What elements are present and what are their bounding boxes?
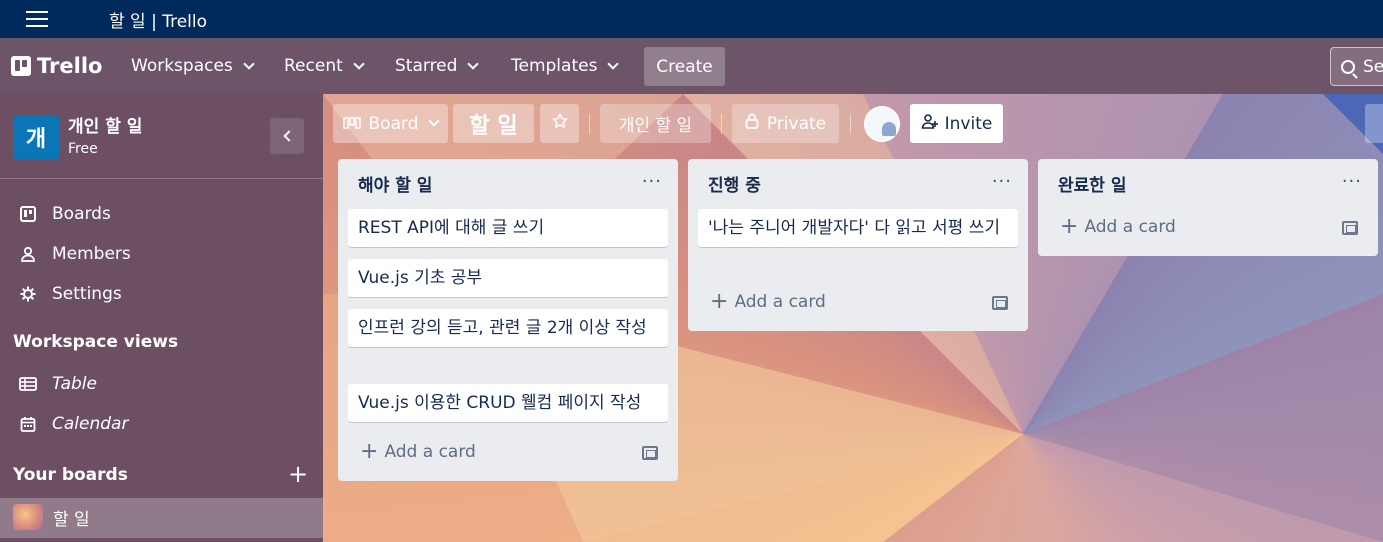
card-template-icon[interactable] xyxy=(1342,221,1358,235)
chevron-down-icon xyxy=(607,57,620,70)
header-separator xyxy=(589,114,590,134)
invite-button[interactable]: Invite xyxy=(910,104,1003,143)
card-template-icon[interactable] xyxy=(992,296,1008,310)
list-menu-icon[interactable]: ··· xyxy=(992,171,1012,192)
chevron-down-icon xyxy=(467,57,480,70)
board-menu-button[interactable] xyxy=(1365,104,1383,143)
add-card-label: Add a card xyxy=(734,292,826,312)
list-in-progress: 진행 중 ··· '나는 주니어 개발자다' 다 읽고 서평 쓰기 + Add … xyxy=(688,159,1028,331)
your-boards-heading: Your boards xyxy=(13,465,128,485)
table-icon xyxy=(18,374,38,394)
star-board-button[interactable] xyxy=(540,104,579,143)
card-template-icon[interactable] xyxy=(642,446,658,460)
sidebar-item-label: Boards xyxy=(52,204,111,224)
star-icon xyxy=(551,112,569,135)
add-card-button[interactable]: + Add a card xyxy=(360,439,476,464)
add-person-icon xyxy=(921,113,939,134)
chevron-down-icon xyxy=(428,115,441,127)
create-button[interactable]: Create xyxy=(644,47,725,86)
card[interactable]: 인프런 강의 듣고, 관련 글 2개 이상 작성 xyxy=(348,309,668,347)
person-icon xyxy=(18,244,38,264)
workspace-avatar: 개 xyxy=(13,115,59,159)
trello-logo-text: Trello xyxy=(37,54,103,78)
gear-icon xyxy=(18,284,38,304)
sidebar-board-name[interactable]: 할 일 xyxy=(53,505,90,530)
sidebar-item-boards[interactable]: Boards xyxy=(18,204,111,224)
list-todo: 해야 할 일 ··· REST API에 대해 글 쓰기 Vue.js 기초 공… xyxy=(338,159,678,481)
chevron-down-icon xyxy=(243,57,255,70)
add-card-button[interactable]: + Add a card xyxy=(1060,214,1176,239)
list-menu-icon[interactable]: ··· xyxy=(1342,171,1362,192)
add-card-button[interactable]: + Add a card xyxy=(710,289,826,314)
nav-workspaces-label: Workspaces xyxy=(131,56,233,76)
plus-icon: + xyxy=(710,289,729,314)
nav-recent-label: Recent xyxy=(284,56,343,76)
sidebar-item-table[interactable]: Table xyxy=(18,374,97,394)
card[interactable]: REST API에 대해 글 쓰기 xyxy=(348,209,668,247)
nav-templates[interactable]: Templates xyxy=(511,56,620,76)
window-titlebar: 할 일 | Trello xyxy=(0,0,1383,38)
plus-icon: + xyxy=(1060,214,1079,239)
window-title: 할 일 | Trello xyxy=(109,12,208,32)
member-avatar[interactable] xyxy=(864,106,900,142)
invite-label: Invite xyxy=(944,113,993,134)
search-placeholder: Se xyxy=(1363,56,1383,77)
add-board-plus-icon[interactable]: + xyxy=(288,462,308,486)
board-icon xyxy=(18,204,38,224)
list-title[interactable]: 완료한 일 xyxy=(1058,171,1126,196)
sidebar-item-label: Calendar xyxy=(52,414,129,434)
search-input[interactable]: Se xyxy=(1330,47,1383,86)
sidebar: 개 개인 할 일 Free Boards Members Settings Wo… xyxy=(0,94,323,542)
workspace-button[interactable]: 개인 할 일 xyxy=(600,104,711,143)
sidebar-item-settings[interactable]: Settings xyxy=(18,284,122,304)
nav-workspaces[interactable]: Workspaces xyxy=(131,56,255,76)
sidebar-item-label: Members xyxy=(52,244,131,264)
card[interactable]: Vue.js 기초 공부 xyxy=(348,259,668,297)
list-done: 완료한 일 ··· + Add a card xyxy=(1038,159,1378,256)
sidebar-board-active[interactable] xyxy=(0,498,323,538)
board-view-icon xyxy=(342,114,361,134)
nav-starred-label: Starred xyxy=(395,56,458,76)
chevron-left-icon xyxy=(283,130,295,142)
sidebar-divider xyxy=(0,178,323,179)
add-card-label: Add a card xyxy=(1084,217,1176,237)
card[interactable]: '나는 주니어 개발자다' 다 읽고 서평 쓰기 xyxy=(698,209,1018,247)
sidebar-item-members[interactable]: Members xyxy=(18,244,131,264)
header-separator xyxy=(721,114,722,134)
sidebar-item-calendar[interactable]: Calendar xyxy=(18,414,128,434)
lock-icon xyxy=(745,113,759,134)
board-view-label: Board xyxy=(368,113,419,134)
trello-logo[interactable]: Trello xyxy=(11,54,102,78)
nav-recent[interactable]: Recent xyxy=(284,56,365,76)
trello-logo-icon xyxy=(11,56,31,76)
collapse-sidebar-button[interactable] xyxy=(270,118,304,154)
visibility-label: Private xyxy=(766,113,827,134)
workspace-name[interactable]: 개인 할 일 xyxy=(68,112,142,137)
list-menu-icon[interactable]: ··· xyxy=(642,171,662,192)
workspace-views-heading: Workspace views xyxy=(13,332,179,352)
board-name-button[interactable]: 할 일 xyxy=(453,104,534,143)
nav-starred[interactable]: Starred xyxy=(395,56,480,76)
list-title[interactable]: 해야 할 일 xyxy=(358,171,432,196)
board-view-switcher[interactable]: Board xyxy=(333,104,448,143)
calendar-icon xyxy=(18,414,38,434)
sidebar-item-label: Settings xyxy=(52,284,122,304)
top-navigation: Trello Workspaces Recent Starred Templat… xyxy=(0,38,1383,94)
add-card-label: Add a card xyxy=(384,442,476,462)
hamburger-menu-icon[interactable] xyxy=(26,11,48,27)
card[interactable]: Vue.js 이용한 CRUD 웰컴 페이지 작성 xyxy=(348,384,668,422)
header-separator xyxy=(850,114,851,134)
sidebar-item-label: Table xyxy=(52,374,97,394)
chevron-down-icon xyxy=(353,57,365,70)
workspace-plan: Free xyxy=(68,141,98,157)
nav-templates-label: Templates xyxy=(511,56,598,76)
list-title[interactable]: 진행 중 xyxy=(708,171,761,196)
plus-icon: + xyxy=(360,439,379,464)
search-icon xyxy=(1341,59,1355,74)
board-thumbnail xyxy=(13,504,43,530)
visibility-button[interactable]: Private xyxy=(732,104,839,143)
